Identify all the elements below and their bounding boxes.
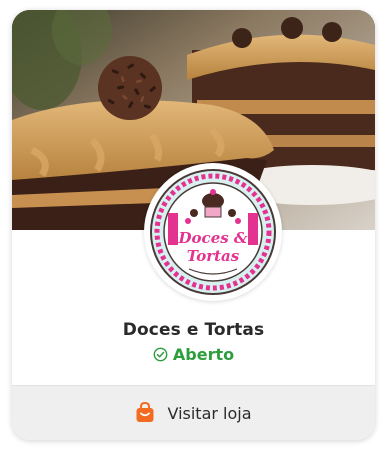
status-label: Aberto [172, 345, 235, 364]
shopping-bag-icon [135, 401, 155, 427]
logo-text-line2: Tortas [187, 247, 240, 265]
logo-text-line1: Doces & [178, 229, 248, 247]
store-name: Doces e Tortas [122, 320, 265, 340]
store-logo: Doces & Tortas [144, 163, 282, 301]
check-circle-icon [153, 347, 168, 362]
store-card[interactable]: Doces & Tortas Doces e Tortas Aberto Vis… [12, 10, 375, 440]
visit-store-button[interactable]: Visitar loja [12, 385, 375, 440]
visit-store-label: Visitar loja [167, 404, 252, 423]
store-status: Aberto [12, 345, 375, 364]
